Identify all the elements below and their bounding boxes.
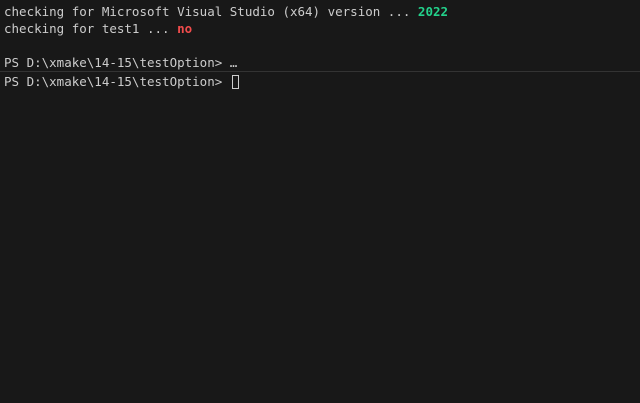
command-separator bbox=[0, 71, 640, 72]
output-result-failure: no bbox=[177, 21, 193, 36]
output-line-test1-check: checking for test1 ... no bbox=[4, 20, 192, 37]
prompt-text: PS D:\xmake\14-15\testOption> bbox=[4, 55, 230, 70]
previous-prompt-line: PS D:\xmake\14-15\testOption> … bbox=[4, 54, 237, 71]
output-line-msvc-check: checking for Microsoft Visual Studio (x6… bbox=[4, 3, 448, 20]
text-cursor[interactable] bbox=[231, 75, 239, 89]
output-line-text: checking for Microsoft Visual Studio (x6… bbox=[4, 4, 418, 19]
output-result-success: 2022 bbox=[417, 4, 449, 19]
output-line-text: checking for test1 ... bbox=[4, 21, 178, 36]
prompt-text: PS D:\xmake\14-15\testOption> bbox=[4, 74, 230, 89]
terminal-window[interactable]: checking for Microsoft Visual Studio (x6… bbox=[0, 0, 640, 403]
collapsed-command-indicator: … bbox=[229, 55, 238, 70]
current-prompt-line[interactable]: PS D:\xmake\14-15\testOption> bbox=[4, 73, 239, 90]
